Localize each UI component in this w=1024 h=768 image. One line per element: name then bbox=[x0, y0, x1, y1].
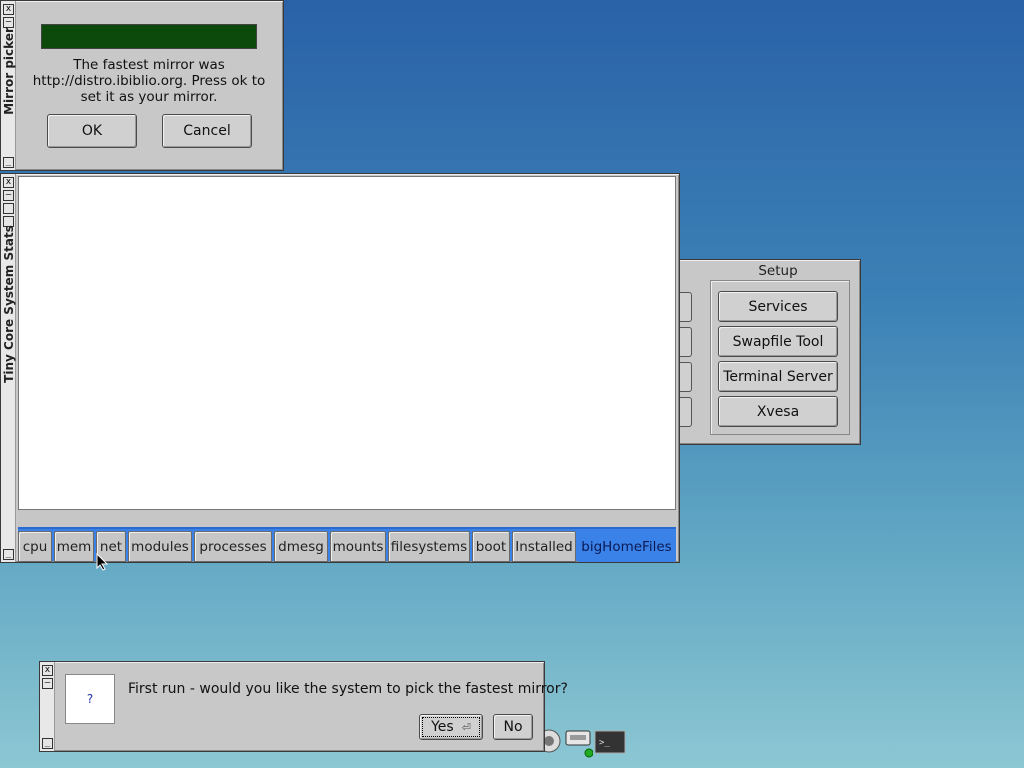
resize-icon[interactable]: _ bbox=[42, 738, 53, 749]
first-run-message: First run - would you like the system to… bbox=[128, 681, 568, 697]
setup-panel: Setup Services Swapfile Tool Terminal Se… bbox=[677, 259, 861, 445]
close-icon[interactable]: x bbox=[3, 4, 14, 15]
services-button[interactable]: Services bbox=[718, 291, 838, 322]
stats-tab-bar: cpu mem net modules processes dmesg moun… bbox=[18, 527, 676, 562]
system-stats-window: x – Tiny Core System Stats _ cpu mem net… bbox=[0, 173, 680, 563]
first-run-titlebar[interactable]: x – _ bbox=[40, 662, 55, 751]
cancel-button[interactable]: Cancel bbox=[162, 114, 252, 148]
mirror-message: The fastest mirror was http://distro.ibi… bbox=[32, 57, 266, 105]
close-icon[interactable]: x bbox=[3, 177, 14, 188]
resize-icon[interactable]: _ bbox=[3, 549, 14, 560]
tab-mounts[interactable]: mounts bbox=[330, 531, 386, 562]
tab-dmesg[interactable]: dmesg bbox=[274, 531, 328, 562]
tab-filesystems[interactable]: filesystems bbox=[388, 531, 470, 562]
terminal-icon[interactable]: >_ bbox=[594, 730, 626, 760]
svg-text:>_: >_ bbox=[599, 738, 610, 748]
setup-title: Setup bbox=[758, 263, 798, 279]
no-button[interactable]: No bbox=[493, 714, 533, 740]
swapfile-tool-button[interactable]: Swapfile Tool bbox=[718, 326, 838, 357]
mirror-picker-window: x – Mirror picker _ The fastest mirror w… bbox=[0, 0, 284, 171]
tab-bighomefiles[interactable]: bigHomeFiles bbox=[578, 531, 675, 562]
mirror-progress-bar bbox=[41, 24, 257, 49]
mirror-progress-fill bbox=[42, 25, 256, 48]
maximize-icon[interactable] bbox=[3, 203, 14, 214]
minimize-icon[interactable]: – bbox=[42, 678, 53, 689]
tab-cpu[interactable]: cpu bbox=[18, 531, 52, 562]
terminal-server-button[interactable]: Terminal Server bbox=[718, 361, 838, 392]
yes-label: Yes bbox=[431, 719, 454, 735]
tab-modules[interactable]: modules bbox=[128, 531, 192, 562]
mouse-cursor-icon bbox=[96, 552, 109, 575]
yes-button[interactable]: Yes ⏎ bbox=[419, 714, 483, 740]
minimize-icon[interactable]: – bbox=[3, 190, 14, 201]
tab-installed[interactable]: Installed bbox=[512, 531, 576, 562]
system-stats-titlebar[interactable]: x – Tiny Core System Stats _ bbox=[1, 174, 16, 562]
resize-icon[interactable]: _ bbox=[3, 157, 14, 168]
tab-processes[interactable]: processes bbox=[194, 531, 272, 562]
stats-scrollbar[interactable] bbox=[18, 510, 676, 528]
mirror-picker-titlebar[interactable]: x – Mirror picker _ bbox=[1, 1, 16, 170]
system-stats-title: Tiny Core System Stats bbox=[1, 225, 16, 383]
mount-icon[interactable] bbox=[563, 725, 594, 763]
tab-boot[interactable]: boot bbox=[472, 531, 510, 562]
ok-button[interactable]: OK bbox=[47, 114, 137, 148]
question-icon: ? bbox=[65, 674, 115, 724]
mirror-picker-title: Mirror picker bbox=[1, 27, 16, 115]
xvesa-button[interactable]: Xvesa bbox=[718, 396, 838, 427]
tab-mem[interactable]: mem bbox=[54, 531, 94, 562]
enter-key-icon: ⏎ bbox=[461, 720, 471, 734]
close-icon[interactable]: x bbox=[42, 665, 53, 676]
first-run-dialog: x – _ ? First run - would you like the s… bbox=[39, 661, 568, 752]
stats-output-area[interactable] bbox=[18, 176, 676, 510]
